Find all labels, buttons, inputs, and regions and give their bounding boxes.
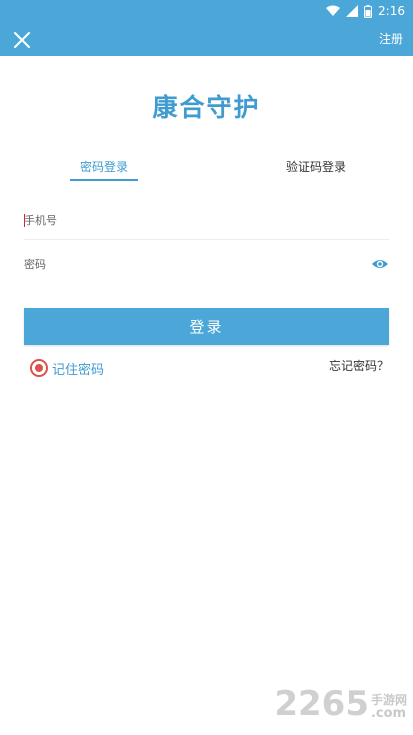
remember-password-toggle[interactable]: 记住密码 <box>30 358 104 378</box>
close-button[interactable] <box>10 28 34 52</box>
phone-input[interactable] <box>24 202 354 238</box>
eye-icon[interactable] <box>371 256 389 272</box>
tab-password-login-label: 密码登录 <box>79 160 128 174</box>
tab-code-login[interactable]: 验证码登录 <box>286 158 346 175</box>
remember-password-label: 记住密码 <box>52 362 105 378</box>
status-time: 2:16 <box>378 4 405 18</box>
login-screen: 2:16 注册 康合守护 密码登录 验证码登录 登录 记 <box>0 0 413 735</box>
login-button[interactable]: 登录 <box>24 308 389 345</box>
register-link[interactable]: 注册 <box>379 30 403 47</box>
app-title: 康合守护 <box>152 93 261 122</box>
app-bar: 注册 <box>0 22 413 56</box>
wifi-icon <box>326 5 341 17</box>
tab-active-indicator <box>70 179 138 181</box>
tab-code-login-label: 验证码登录 <box>286 160 347 174</box>
tab-password-login[interactable]: 密码登录 <box>70 158 138 181</box>
signal-icon <box>346 5 359 17</box>
watermark-logo: 2265 手游网 .com <box>274 687 407 721</box>
radio-checked-icon <box>30 359 48 377</box>
watermark-number: 2265 <box>274 684 369 724</box>
watermark-site: 手游网 .com <box>371 693 407 721</box>
watermark-site-com: .com <box>370 706 407 721</box>
battery-icon <box>364 4 373 18</box>
password-input[interactable] <box>24 246 354 282</box>
password-field <box>24 246 389 284</box>
status-bar: 2:16 <box>0 0 413 22</box>
close-icon <box>14 32 30 48</box>
watermark-site-cn: 手游网 <box>370 693 407 707</box>
forgot-password-link[interactable]: 忘记密码？ <box>329 357 389 374</box>
phone-field <box>24 202 389 240</box>
